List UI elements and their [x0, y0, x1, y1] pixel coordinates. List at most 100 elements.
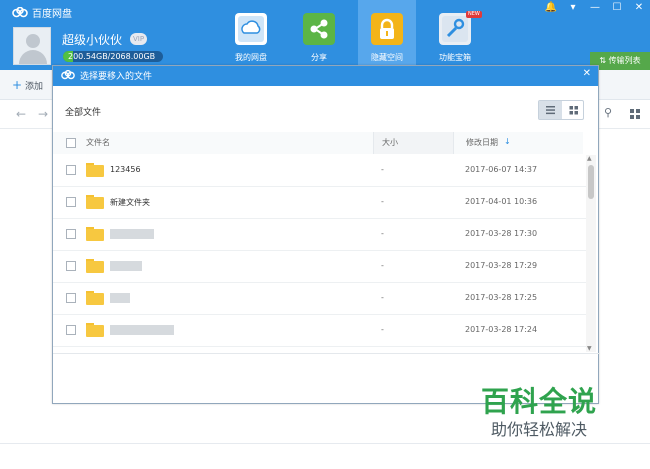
table-row[interactable]: - 2017-03-28 17:29 — [53, 251, 586, 283]
notification-icon[interactable]: 🔔 — [540, 0, 562, 16]
minimize-button[interactable]: — — [584, 0, 606, 16]
menu-icon[interactable]: ▾ — [562, 0, 584, 16]
folder-icon — [86, 259, 104, 273]
breadcrumb[interactable]: 全部文件 — [65, 105, 101, 118]
table-row[interactable]: 新建文件夹 - 2017-04-01 10:36 — [53, 187, 586, 219]
dialog-close-icon[interactable]: ✕ — [583, 68, 591, 79]
search-icon[interactable]: ⚲ — [604, 106, 612, 119]
grid-view-icon[interactable] — [630, 109, 640, 119]
file-date: 2017-03-28 17:29 — [465, 261, 538, 270]
file-list: 123456 - 2017-06-07 14:37 新建文件夹 - 2017-0… — [53, 155, 586, 352]
transfer-label: 传输列表 — [608, 56, 641, 65]
avatar[interactable] — [13, 27, 51, 65]
scroll-up-icon[interactable]: ▲ — [587, 155, 592, 162]
move-file-dialog: 选择要移入的文件 ✕ 全部文件 文件名 大小 修改日期 ↓ 123456 - 2… — [52, 65, 600, 404]
watermark: 百科全说 助你轻松解决 — [463, 378, 635, 440]
file-size: - — [381, 165, 384, 174]
dialog-divider — [53, 353, 600, 354]
baidu-cloud-logo-icon — [61, 70, 75, 80]
table-row[interactable]: - 2017-03-28 17:30 — [53, 219, 586, 251]
plus-icon: + — [12, 78, 23, 92]
column-name-label: 文件名 — [86, 138, 110, 147]
row-checkbox[interactable] — [66, 261, 76, 271]
transfer-icon: ⇅ — [599, 56, 607, 65]
blurred-file-name — [110, 261, 142, 271]
file-size: - — [381, 261, 384, 270]
list-icon — [546, 106, 555, 115]
share-icon — [303, 13, 335, 45]
list-view-button[interactable] — [539, 101, 562, 119]
blurred-file-name — [110, 293, 130, 303]
thumbnail-view-button[interactable] — [562, 101, 585, 119]
baidu-cloud-logo-icon — [12, 7, 28, 18]
file-name: 新建文件夹 — [110, 198, 150, 207]
window-controls: 🔔 ▾ — ☐ ✕ — [540, 0, 650, 16]
nav-label: 隐藏空间 — [371, 53, 403, 62]
dialog-header: 选择要移入的文件 ✕ — [53, 66, 598, 86]
row-checkbox[interactable] — [66, 229, 76, 239]
nav-share[interactable]: 分享 — [290, 0, 348, 68]
file-size: - — [381, 293, 384, 302]
close-button[interactable]: ✕ — [628, 0, 650, 16]
sort-desc-icon: ↓ — [504, 137, 511, 146]
file-date: 2017-03-28 17:24 — [465, 325, 538, 334]
top-bar: 百度网盘 🔔 ▾ — ☐ ✕ 超级小伙伙 VIP 200.54GB/2068.0… — [0, 0, 650, 70]
column-size-label: 大小 — [382, 138, 398, 147]
app-title-text: 百度网盘 — [32, 9, 72, 20]
storage-quota-text: 200.54GB/2068.00GB — [68, 52, 156, 61]
file-date: 2017-03-28 17:30 — [465, 229, 538, 238]
column-name-header[interactable]: 文件名 — [53, 132, 373, 154]
nav-label: 我的网盘 — [235, 53, 267, 62]
folder-icon — [86, 163, 104, 177]
folder-icon — [86, 323, 104, 337]
scrollbar[interactable]: ▲ ▼ — [586, 155, 596, 352]
file-size: - — [381, 229, 384, 238]
table-row[interactable]: 123456 - 2017-06-07 14:37 — [53, 155, 586, 187]
status-area — [0, 443, 650, 469]
folder-icon — [86, 195, 104, 209]
scrollbar-thumb[interactable] — [588, 165, 594, 199]
file-date: 2017-06-07 14:37 — [465, 165, 538, 174]
blurred-file-name — [110, 229, 154, 239]
blurred-file-name — [110, 325, 174, 335]
nav-hidden-space[interactable]: 隐藏空间 — [358, 0, 416, 68]
app-title: 百度网盘 — [12, 5, 72, 20]
column-date-label: 修改日期 — [466, 138, 498, 147]
watermark-title: 百科全说 — [481, 385, 598, 418]
back-arrow-icon[interactable]: ← — [16, 107, 26, 121]
file-date: 2017-03-28 17:25 — [465, 293, 538, 302]
file-date: 2017-04-01 10:36 — [465, 197, 538, 206]
vip-badge: VIP — [130, 33, 148, 45]
nav-toolbox[interactable]: NEW 功能宝箱 — [426, 0, 484, 68]
transfer-list-button[interactable]: ⇅ 传输列表 — [590, 52, 650, 70]
dialog-title: 选择要移入的文件 — [80, 72, 153, 82]
row-checkbox[interactable] — [66, 165, 76, 175]
username[interactable]: 超级小伙伙 — [62, 31, 122, 48]
view-toggle — [538, 100, 584, 120]
table-row[interactable]: - 2017-03-28 17:24 — [53, 315, 586, 347]
watermark-subtitle: 助你轻松解决 — [491, 420, 588, 439]
add-label: 添加 — [24, 82, 43, 92]
nav-label: 功能宝箱 — [439, 53, 471, 62]
file-size: - — [381, 325, 384, 334]
nav-my-disk[interactable]: 我的网盘 — [222, 0, 280, 68]
add-button[interactable]: + 添加 — [12, 78, 43, 92]
main-nav: 我的网盘 分享 隐藏空间 NEW 功能宝箱 — [222, 0, 494, 68]
select-all-checkbox[interactable] — [66, 138, 76, 148]
folder-icon — [86, 291, 104, 305]
row-checkbox[interactable] — [66, 325, 76, 335]
column-date-header[interactable]: 修改日期 ↓ — [453, 132, 583, 154]
nav-label: 分享 — [311, 53, 327, 62]
maximize-button[interactable]: ☐ — [606, 0, 628, 16]
file-name: 123456 — [110, 165, 141, 174]
row-checkbox[interactable] — [66, 197, 76, 207]
cloud-icon — [235, 13, 267, 45]
lock-icon — [371, 13, 403, 45]
scroll-down-icon[interactable]: ▼ — [587, 345, 592, 352]
row-checkbox[interactable] — [66, 293, 76, 303]
column-size-header[interactable]: 大小 — [373, 132, 453, 154]
table-row[interactable]: - 2017-03-28 17:25 — [53, 283, 586, 315]
forward-arrow-icon[interactable]: → — [38, 107, 48, 121]
column-header-row: 文件名 大小 修改日期 ↓ — [53, 132, 600, 154]
new-badge: NEW — [466, 11, 482, 18]
